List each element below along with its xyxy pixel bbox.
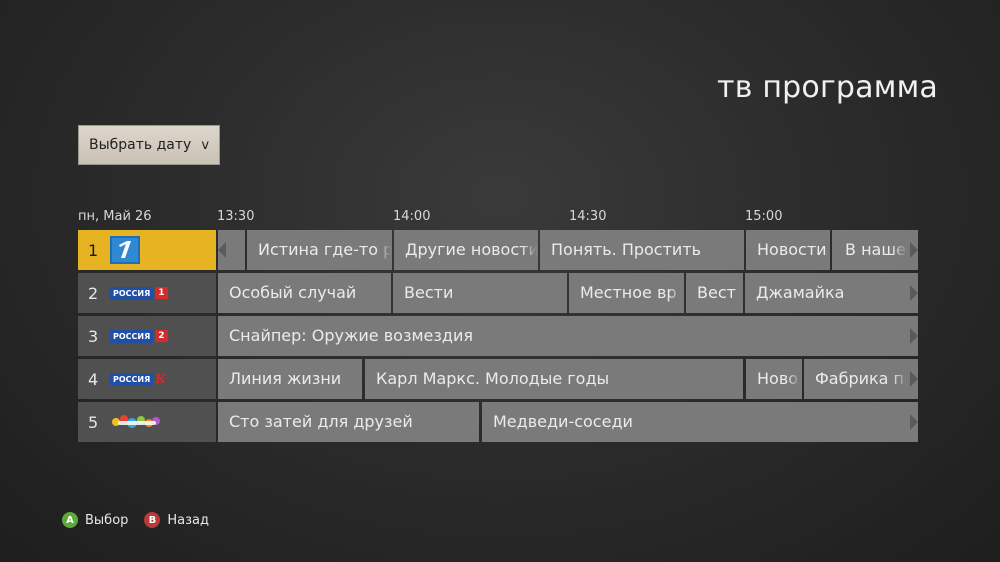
- channel-row: 4 РОССИЯ К Линия жизни Карл Маркс. Молод…: [78, 359, 920, 402]
- program-title: Истина где-то р: [258, 240, 392, 259]
- program-tile[interactable]: Снайпер: Оружие возмездия: [218, 316, 908, 356]
- page-title: тв программа: [717, 70, 938, 105]
- time-slot-label: 13:30: [217, 209, 255, 224]
- program-tile[interactable]: Другие новости: [394, 230, 538, 270]
- channel-tile-4[interactable]: 4 РОССИЯ К: [78, 359, 216, 399]
- controller-legend: A Выбор B Назад: [62, 512, 225, 528]
- program-tile[interactable]: Местное вр: [569, 273, 684, 313]
- channel-row: 1 Истина где-то р Другие новости Понять.…: [78, 230, 920, 273]
- channel-tile-2[interactable]: 2 РОССИЯ 1: [78, 273, 216, 313]
- program-tile[interactable]: Новости: [746, 230, 830, 270]
- program-title: Вест: [697, 283, 736, 302]
- select-date-label: Выбрать дату: [89, 137, 192, 153]
- program-title: Карл Маркс. Молодые годы: [376, 369, 610, 388]
- guide-date: пн, Май 26: [78, 209, 152, 224]
- program-title: Сто затей для друзей: [229, 412, 413, 431]
- program-title: Другие новости: [405, 240, 538, 259]
- pervy-kanal-logo-icon: [110, 236, 140, 264]
- scroll-right-indicator: [906, 359, 918, 399]
- program-title: Особый случай: [229, 283, 357, 302]
- program-tile[interactable]: Сто затей для друзей: [218, 402, 479, 442]
- karusel-logo-icon: [110, 411, 162, 433]
- channel-number: 4: [88, 369, 99, 389]
- chevron-down-icon: v: [201, 137, 210, 153]
- channel-row: 3 РОССИЯ 2 Снайпер: Оружие возмездия: [78, 316, 920, 359]
- tv-guide-grid: 1 Истина где-то р Другие новости Понять.…: [78, 230, 920, 445]
- program-tile[interactable]: [230, 230, 245, 270]
- program-tile[interactable]: Вест: [686, 273, 743, 313]
- channel-tile-5[interactable]: 5: [78, 402, 216, 442]
- program-title: Новости: [757, 240, 827, 259]
- program-tile[interactable]: Линия жизни: [218, 359, 362, 399]
- program-tile[interactable]: В наше в: [832, 230, 908, 270]
- scroll-right-indicator: [906, 316, 918, 356]
- program-tile[interactable]: Особый случай: [218, 273, 391, 313]
- program-title: Понять. Простить: [551, 240, 702, 259]
- channel-number: 1: [88, 240, 99, 260]
- program-tile[interactable]: Истина где-то р: [247, 230, 392, 270]
- time-slot-label: 15:00: [745, 209, 783, 224]
- b-button-icon: B: [144, 512, 161, 528]
- channel-number: 3: [88, 326, 99, 346]
- time-slot-label: 14:30: [569, 209, 607, 224]
- program-tile[interactable]: Фабрика па: [804, 359, 908, 399]
- scroll-left-indicator: [218, 230, 230, 270]
- scroll-right-indicator: [906, 402, 918, 442]
- program-title: Линия жизни: [229, 369, 342, 388]
- a-button-icon: A: [62, 512, 78, 528]
- program-title: Местное вр: [580, 283, 677, 302]
- channel-tile-3[interactable]: 3 РОССИЯ 2: [78, 316, 216, 356]
- channel-row: 5 Сто затей для друзей Медведи-соседи: [78, 402, 920, 445]
- program-tile[interactable]: Джамайка: [745, 273, 908, 313]
- program-tile[interactable]: Медведи-соседи: [482, 402, 908, 442]
- scroll-right-indicator: [906, 273, 918, 313]
- program-tile[interactable]: Понять. Простить: [540, 230, 744, 270]
- channel-number: 2: [88, 283, 99, 303]
- select-date-button[interactable]: Выбрать дату v: [78, 125, 220, 165]
- time-slot-label: 14:00: [393, 209, 431, 224]
- select-hint: Выбор: [85, 512, 129, 528]
- channel-tile-1[interactable]: 1: [78, 230, 216, 270]
- scroll-right-indicator: [906, 230, 918, 270]
- rossiya-k-logo-icon: РОССИЯ К: [110, 372, 166, 386]
- program-tile[interactable]: Карл Маркс. Молодые годы: [365, 359, 743, 399]
- program-title: Медведи-соседи: [493, 412, 633, 431]
- program-title: Снайпер: Оружие возмездия: [229, 326, 473, 345]
- back-hint: Назад: [167, 512, 210, 528]
- program-title: Вести: [404, 283, 454, 302]
- channel-row: 2 РОССИЯ 1 Особый случай Вести Местное в…: [78, 273, 920, 316]
- rossiya-1-logo-icon: РОССИЯ 1: [110, 286, 168, 300]
- channel-number: 5: [88, 412, 99, 432]
- program-tile[interactable]: Вести: [393, 273, 567, 313]
- program-tile[interactable]: Ново: [746, 359, 802, 399]
- rossiya-2-logo-icon: РОССИЯ 2: [110, 329, 168, 343]
- program-title: Джамайка: [756, 283, 845, 302]
